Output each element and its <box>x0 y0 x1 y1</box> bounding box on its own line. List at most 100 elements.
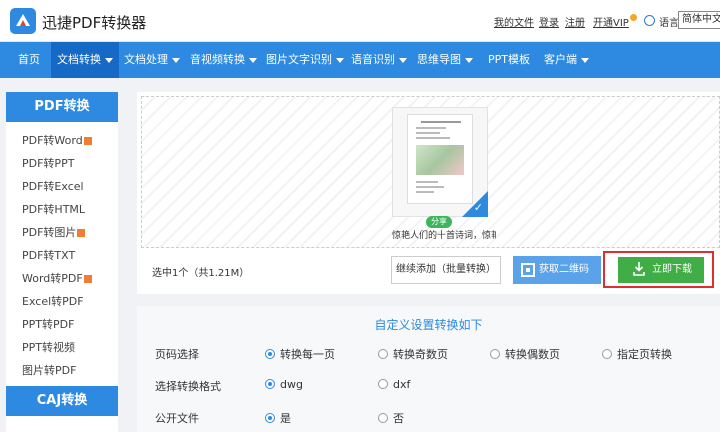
file-name: 惊艳人们的十首诗词，惊艳 <box>392 231 496 241</box>
vip-link[interactable]: 开通VIP <box>593 14 637 29</box>
radio-format-dxf[interactable]: dxf <box>378 378 410 391</box>
login-link[interactable]: 登录 <box>539 14 559 29</box>
sidebar-item-pdf-to-excel[interactable]: PDF转Excel <box>22 178 84 194</box>
hot-badge-icon <box>83 137 92 145</box>
sidebar-item-ppt-to-video[interactable]: PPT转视频 <box>22 339 75 355</box>
public-file-label: 公开文件 <box>155 412 199 425</box>
chevron-down-icon <box>581 57 589 63</box>
nav-item-label: 图片文字识别 <box>266 53 332 66</box>
nav-item-doc-convert[interactable]: 文档转换 <box>51 42 119 78</box>
radio-even-pages[interactable]: 转换偶数页 <box>490 346 560 362</box>
settings-title: 自定义设置转换如下 <box>374 318 483 332</box>
sidebar-item-pdf-to-ppt[interactable]: PDF转PPT <box>22 155 74 171</box>
nav-item-mindmap[interactable]: 思维导图 <box>417 42 473 78</box>
nav-item-speech[interactable]: 语音识别 <box>351 42 407 78</box>
chevron-down-icon <box>105 57 113 63</box>
share-button[interactable]: 分享 <box>426 216 452 228</box>
radio-icon <box>378 349 388 359</box>
radio-selected-icon <box>265 349 275 359</box>
brand-title: 迅捷PDF转换器 <box>42 14 147 32</box>
radio-public-no[interactable]: 否 <box>378 410 404 426</box>
download-now-button[interactable]: 立即下载 <box>618 257 704 283</box>
radio-label: 是 <box>280 412 291 425</box>
preview-text-line <box>416 186 444 188</box>
qrcode-icon <box>521 263 535 277</box>
radio-label: 转换偶数页 <box>505 348 560 361</box>
app-logo-icon <box>10 8 36 34</box>
download-highlight: 立即下载 <box>603 251 714 288</box>
globe-icon <box>644 15 655 26</box>
register-link[interactable]: 注册 <box>565 14 585 29</box>
nav-item-home[interactable]: 首页 <box>18 42 40 78</box>
radio-format-dwg[interactable]: dwg <box>265 378 303 391</box>
nav-item-label: 客户端 <box>544 53 577 66</box>
radio-selected-icon <box>265 413 275 423</box>
sidebar-heading-pdf: PDF转换 <box>6 92 118 122</box>
top-header: 迅捷PDF转换器 我的文件 登录 注册 开通VIP 语言 简体中文 <box>0 0 720 42</box>
preview-text-line <box>416 181 438 183</box>
sidebar-item-label: Word转PDF <box>22 272 83 285</box>
chevron-down-icon <box>465 57 473 63</box>
sidebar-item-label: PDF转图片 <box>22 226 77 239</box>
sidebar-item-pdf-to-txt[interactable]: PDF转TXT <box>22 247 75 263</box>
nav-item-doc-process[interactable]: 文档处理 <box>124 42 180 78</box>
radio-icon <box>378 379 388 389</box>
radio-every-page[interactable]: 转换每一页 <box>265 346 335 362</box>
radio-icon <box>490 349 500 359</box>
radio-odd-pages[interactable]: 转换奇数页 <box>378 346 448 362</box>
sidebar-item-pdf-to-html[interactable]: PDF转HTML <box>22 201 85 217</box>
language-label: 语言 <box>659 18 679 29</box>
preview-text-line <box>416 127 446 129</box>
nav-item-label: 思维导图 <box>417 53 461 66</box>
main-content: ✓ 分享 惊艳人们的十首诗词，惊艳 选中1个（共1.21M） 继续添加（批量转换… <box>137 92 720 432</box>
sidebar-heading-caj: CAJ转换 <box>6 386 118 416</box>
hot-badge-icon <box>83 275 92 283</box>
nav-item-av-convert[interactable]: 音视频转换 <box>190 42 257 78</box>
sidebar-item-label: PDF转Word <box>22 134 83 147</box>
chevron-down-icon <box>336 57 344 63</box>
chevron-down-icon <box>399 57 407 63</box>
nav-item-client[interactable]: 客户端 <box>544 42 589 78</box>
upload-card: ✓ 分享 惊艳人们的十首诗词，惊艳 选中1个（共1.21M） 继续添加（批量转换… <box>137 92 720 294</box>
get-qrcode-button[interactable]: 获取二维码 <box>513 256 601 284</box>
sidebar-item-image-to-pdf[interactable]: 图片转PDF <box>22 362 76 378</box>
nav-item-label: 文档处理 <box>124 53 168 66</box>
nav-item-ocr[interactable]: 图片文字识别 <box>266 42 344 78</box>
sidebar-item-excel-to-pdf[interactable]: Excel转PDF <box>22 293 84 309</box>
radio-label: dwg <box>280 378 303 391</box>
preview-text-line <box>416 137 450 139</box>
preview-image <box>416 145 464 175</box>
selection-summary: 选中1个（共1.21M） <box>152 268 250 279</box>
radio-label: dxf <box>393 378 411 391</box>
hot-badge-icon <box>77 229 86 237</box>
download-icon <box>633 262 645 276</box>
sidebar-item-ppt-to-pdf[interactable]: PPT转PDF <box>22 316 74 332</box>
radio-label: 否 <box>393 412 404 425</box>
file-dropzone[interactable]: ✓ 分享 惊艳人们的十首诗词，惊艳 <box>141 96 720 248</box>
sidebar-item-word-to-pdf[interactable]: Word转PDF <box>22 270 92 286</box>
check-icon: ✓ <box>473 201 483 214</box>
add-more-button[interactable]: 继续添加（批量转换） <box>391 256 501 284</box>
nav-item-label: 语音识别 <box>351 53 395 66</box>
chevron-down-icon <box>249 57 257 63</box>
radio-public-yes[interactable]: 是 <box>265 410 291 426</box>
top-links: 我的文件 登录 注册 开通VIP 语言 简体中文 <box>480 11 720 30</box>
main-nav: 首页 文档转换 文档处理 音视频转换 图片文字识别 语音识别 思维导图 PPT模… <box>0 42 720 78</box>
sidebar-item-pdf-to-word[interactable]: PDF转Word <box>22 132 92 148</box>
vip-crown-icon <box>629 14 637 21</box>
radio-selected-icon <box>265 379 275 389</box>
sidebar: PDF转换 PDF转Word PDF转PPT PDF转Excel PDF转HTM… <box>6 92 118 432</box>
preview-text-line <box>416 191 434 193</box>
my-files-link[interactable]: 我的文件 <box>494 14 534 29</box>
radio-icon <box>602 349 612 359</box>
nav-item-ppt-template[interactable]: PPT模板 <box>488 42 530 78</box>
radio-specific-pages[interactable]: 指定页转换 <box>602 346 672 362</box>
language-select[interactable]: 简体中文 <box>678 11 720 29</box>
nav-item-label: 音视频转换 <box>190 53 245 66</box>
file-thumbnail[interactable]: ✓ <box>392 107 488 217</box>
chevron-down-icon <box>172 57 180 63</box>
page-select-label: 页码选择 <box>155 348 199 361</box>
preview-text-line <box>416 132 440 134</box>
sidebar-item-pdf-to-image[interactable]: PDF转图片 <box>22 224 86 240</box>
format-select-label: 选择转换格式 <box>155 380 221 393</box>
